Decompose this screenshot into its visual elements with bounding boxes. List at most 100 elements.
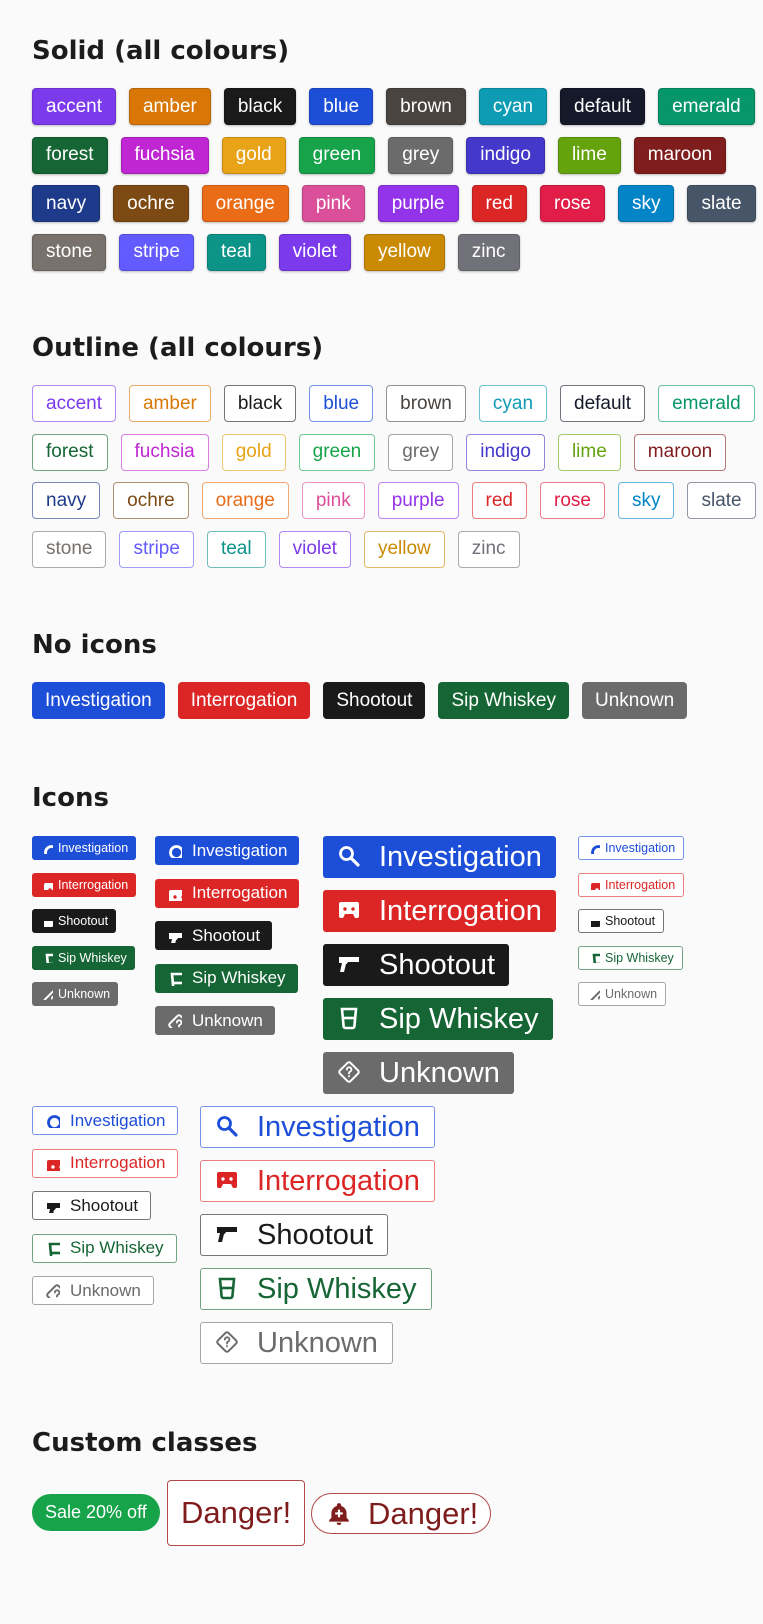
icon-tag-label: Sip Whiskey (70, 1238, 164, 1257)
cassette-icon (42, 879, 58, 890)
outline-tag-grey: grey (388, 433, 454, 471)
outline-l-icon-tag-investigation: Investigation (200, 1106, 435, 1148)
outline-tag-purple: purple (377, 482, 459, 519)
icon-tag-label: Shootout (70, 1195, 139, 1215)
solid-tag-stone: stone (32, 233, 107, 271)
outline-m-icon-tag-investigation: Investigation (32, 1106, 179, 1135)
outline-tag-black: black (223, 385, 297, 422)
outline-tag-stone: stone (32, 530, 107, 568)
solid-tag-slate: slate (687, 185, 756, 222)
whiskey-glass-icon (337, 1006, 379, 1032)
outline-l-icon-tag-interrogation: Interrogation (200, 1160, 435, 1202)
solid-tag-pink: pink (301, 185, 365, 222)
icon-tag-label: Investigation (257, 1110, 420, 1143)
no-icons-row: Investigation Interrogation Shootout Sip Wh… (32, 682, 700, 719)
icon-tag-label: Shootout (58, 914, 109, 928)
solid-tag-fuchsia: fuchsia (120, 136, 209, 174)
question-diamond-icon (589, 989, 605, 1000)
icon-tag-label: Interrogation (257, 1164, 420, 1197)
outline-tag-brown: brown (386, 385, 466, 422)
cassette-icon (589, 879, 605, 890)
solid-tag-amber: amber (128, 88, 211, 125)
solid-l-icon-tag-unknown: Unknown (323, 1052, 514, 1094)
solid-m-icon-tag-sip-whiskey: Sip Whiskey (155, 963, 298, 993)
section-title-icons: Icons (32, 783, 109, 813)
outline-tag-green: green (298, 433, 376, 471)
solid-m-icon-tag-investigation: Investigation (155, 836, 300, 865)
solid-row: accent amber black blue brown cyan default emer… (32, 88, 763, 125)
solid-tag-navy: navy (32, 185, 101, 222)
icon-tag-label: Investigation (379, 840, 542, 873)
outline-s-icon-tag-sip-whiskey: Sip Whiskey (578, 945, 683, 970)
solid-tag-red: red (471, 185, 527, 222)
search-icon (45, 1113, 70, 1128)
outline-tag-fuchsia: fuchsia (120, 433, 209, 471)
solid-row: forest fuchsia gold green grey indigo lime maro… (32, 136, 739, 174)
pistol-icon (42, 916, 58, 927)
outline-s-icon-tag-shootout: Shootout (578, 909, 665, 933)
solid-tag-rose: rose (540, 185, 605, 222)
cassette-icon (45, 1156, 70, 1171)
section-title-solid: Solid (all colours) (32, 36, 290, 66)
cassette-icon (215, 1168, 257, 1194)
sale-tag-label: Sale 20% off (45, 1502, 147, 1522)
solid-tag-purple: purple (377, 185, 459, 222)
solid-tag-default: default (560, 88, 646, 125)
outline-tag-emerald: emerald (658, 385, 755, 422)
outline-tag-violet: violet (278, 530, 351, 568)
solid-s-icon-tag-interrogation: Interrogation (32, 872, 137, 897)
outline-tag-default: default (560, 385, 646, 422)
question-diamond-icon (42, 989, 58, 1000)
danger-tag-label: Danger! (181, 1495, 292, 1530)
outline-tag-lime: lime (557, 433, 621, 471)
outline-tag-accent: accent (32, 385, 116, 422)
icon-tag-label: Investigation (192, 840, 288, 860)
section-title-no-icons: No icons (32, 630, 157, 660)
solid-m-icon-tag-unknown: Unknown (155, 1006, 275, 1035)
outline-tag-cyan: cyan (478, 385, 548, 422)
icon-tag-label: Unknown (257, 1326, 378, 1359)
solid-tag-violet: violet (278, 233, 351, 271)
whiskey-glass-icon (215, 1276, 257, 1302)
outline-tag-stripe: stripe (119, 530, 194, 568)
plain-tag-investigation: Investigation (32, 682, 165, 719)
pistol-icon (45, 1198, 70, 1213)
solid-tag-black: black (223, 88, 297, 125)
sale-tag: Sale 20% off (32, 1494, 160, 1531)
outline-s-icon-tag-investigation: Investigation (578, 836, 685, 860)
icon-tag-label: Interrogation (58, 877, 129, 892)
icon-tag-label: Shootout (257, 1218, 374, 1251)
solid-tag-brown: brown (386, 88, 466, 125)
outline-tag-slate: slate (687, 482, 756, 519)
section-title-custom: Custom classes (32, 1428, 258, 1458)
solid-row: stone stripe teal violet yellow zinc (32, 233, 533, 271)
solid-tag-orange: orange (201, 185, 289, 222)
icon-tag-label: Sip Whiskey (58, 950, 127, 965)
solid-m-icon-tag-shootout: Shootout (155, 921, 273, 950)
solid-l-icon-tag-sip-whiskey: Sip Whiskey (323, 998, 553, 1040)
question-diamond-icon (167, 1013, 192, 1028)
solid-tag-lime: lime (557, 136, 621, 174)
icon-tag-label: Investigation (605, 841, 676, 855)
icon-tag-label: Shootout (379, 948, 496, 981)
bell-icon (326, 1501, 352, 1527)
outline-tag-indigo: indigo (466, 433, 545, 471)
solid-tag-sky: sky (617, 185, 675, 222)
outline-l-icon-tag-unknown: Unknown (200, 1322, 393, 1364)
search-icon (589, 843, 605, 854)
solid-tag-teal: teal (206, 233, 266, 271)
solid-tag-yellow: yellow (363, 233, 445, 271)
solid-m-icon-tag-interrogation: Interrogation (155, 878, 300, 908)
plain-tag-shootout: Shootout (323, 682, 426, 719)
search-icon (167, 843, 192, 858)
outline-l-icon-tag-sip-whiskey: Sip Whiskey (200, 1268, 432, 1310)
icon-tag-label: Sip Whiskey (192, 968, 286, 987)
solid-tag-stripe: stripe (119, 233, 194, 271)
section-title-outline: Outline (all colours) (32, 333, 324, 363)
solid-s-icon-tag-investigation: Investigation (32, 836, 137, 860)
pistol-icon (167, 928, 192, 943)
solid-tag-zinc: zinc (457, 233, 520, 271)
solid-row: navy ochre orange pink purple red rose sky slate (32, 185, 763, 222)
plain-tag-unknown: Unknown (581, 682, 688, 719)
question-diamond-icon (45, 1283, 70, 1298)
